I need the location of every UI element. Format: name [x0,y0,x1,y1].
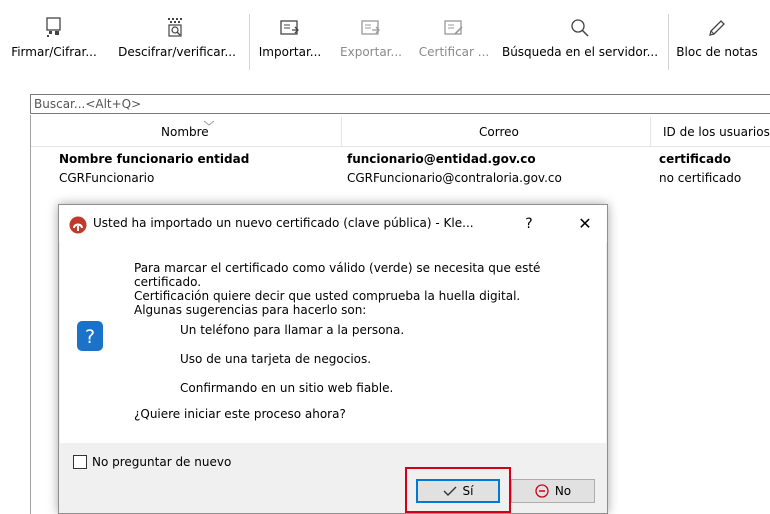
sign-encrypt-icon [44,10,64,38]
suggestion-3: Confirmando en un sitio web fiable. [180,381,394,395]
export-button[interactable]: Exportar... [334,10,408,72]
sign-encrypt-label: Firmar/Cifrar... [11,45,97,59]
no-button[interactable]: No [511,479,595,503]
dialog-question: ¿Quiere iniciar este proceso ahora? [134,407,346,421]
no-entry-icon [535,484,549,498]
server-search-button[interactable]: Búsqueda en el servidor... [500,10,660,72]
column-divider[interactable] [341,117,342,147]
table-row-2-email[interactable]: CGRFuncionario@contraloria.gov.co [347,171,562,185]
kleopatra-app-icon [69,216,87,237]
suggestion-2: Uso de una tarjeta de negocios. [180,352,372,366]
decrypt-verify-icon [166,10,188,38]
certify-icon [443,10,465,38]
certify-label: Certificar ... [418,45,490,59]
toolbar-separator [668,14,669,70]
table-row-1-uid[interactable]: certificado [659,152,731,166]
server-search-label: Búsqueda en el servidor... [501,45,659,59]
dialog-content: ? Para marcar el certificado como válido… [60,243,606,443]
yes-button-label: Sí [462,484,474,498]
table-row-1-email[interactable]: funcionario@entidad.gov.co [347,152,536,166]
column-header-user-ids[interactable]: ID de los usuarios [663,125,770,139]
dont-ask-again-row[interactable]: No preguntar de nuevo [73,455,231,469]
checkmark-icon [443,485,457,497]
no-button-label: No [554,484,572,498]
toolbar-separator [249,14,250,70]
column-divider[interactable] [650,117,651,147]
notepad-button[interactable]: Bloc de notas [672,10,762,72]
close-button[interactable]: ✕ [567,211,603,237]
question-icon: ? [77,321,103,354]
import-certificate-dialog: Usted ha importado un nuevo certificado … [58,204,608,514]
sign-encrypt-button[interactable]: Firmar/Cifrar... [0,10,108,72]
search-input[interactable]: Buscar...<Alt+Q> [30,94,770,114]
yes-button[interactable]: Sí [416,479,500,503]
dialog-message: Para marcar el certificado como válido (… [134,261,606,317]
import-icon [279,10,301,38]
certify-button[interactable]: Certificar ... [414,10,494,72]
svg-text:?: ? [85,326,95,348]
pencil-icon [707,10,727,38]
message-line-1: Para marcar el certificado como válido (… [134,261,541,289]
table-row-2-uid[interactable]: no certificado [659,171,741,185]
export-icon [360,10,382,38]
notepad-label: Bloc de notas [676,45,758,59]
suggestion-1: Un teléfono para llamar a la persona. [180,323,405,337]
message-line-2: Certificación quiere decir que usted com… [134,289,521,303]
decrypt-verify-button[interactable]: Descifrar/verificar... [112,10,242,72]
column-header-email[interactable]: Correo [479,125,519,139]
dialog-titlebar[interactable]: Usted ha importado un nuevo certificado … [59,205,607,243]
table-row-1-name[interactable]: Nombre funcionario entidad [59,152,249,166]
import-button[interactable]: Importar... [254,10,326,72]
import-label: Importar... [258,45,322,59]
help-button[interactable]: ? [515,211,543,237]
dialog-title: Usted ha importado un nuevo certificado … [93,216,474,230]
table-header: Nombre Correo ID de los usuarios [31,117,770,147]
dont-ask-again-checkbox[interactable] [73,455,87,469]
search-icon [570,10,590,38]
table-row-2-name[interactable]: CGRFuncionario [59,171,154,185]
decrypt-verify-label: Descifrar/verificar... [118,45,236,59]
dont-ask-again-label[interactable]: No preguntar de nuevo [92,455,231,469]
message-line-3: Algunas sugerencias para hacerlo son: [134,303,367,317]
export-label: Exportar... [340,45,402,59]
column-header-name[interactable]: Nombre [161,125,209,139]
toolbar: Firmar/Cifrar... Descifrar/verificar... … [0,0,770,80]
